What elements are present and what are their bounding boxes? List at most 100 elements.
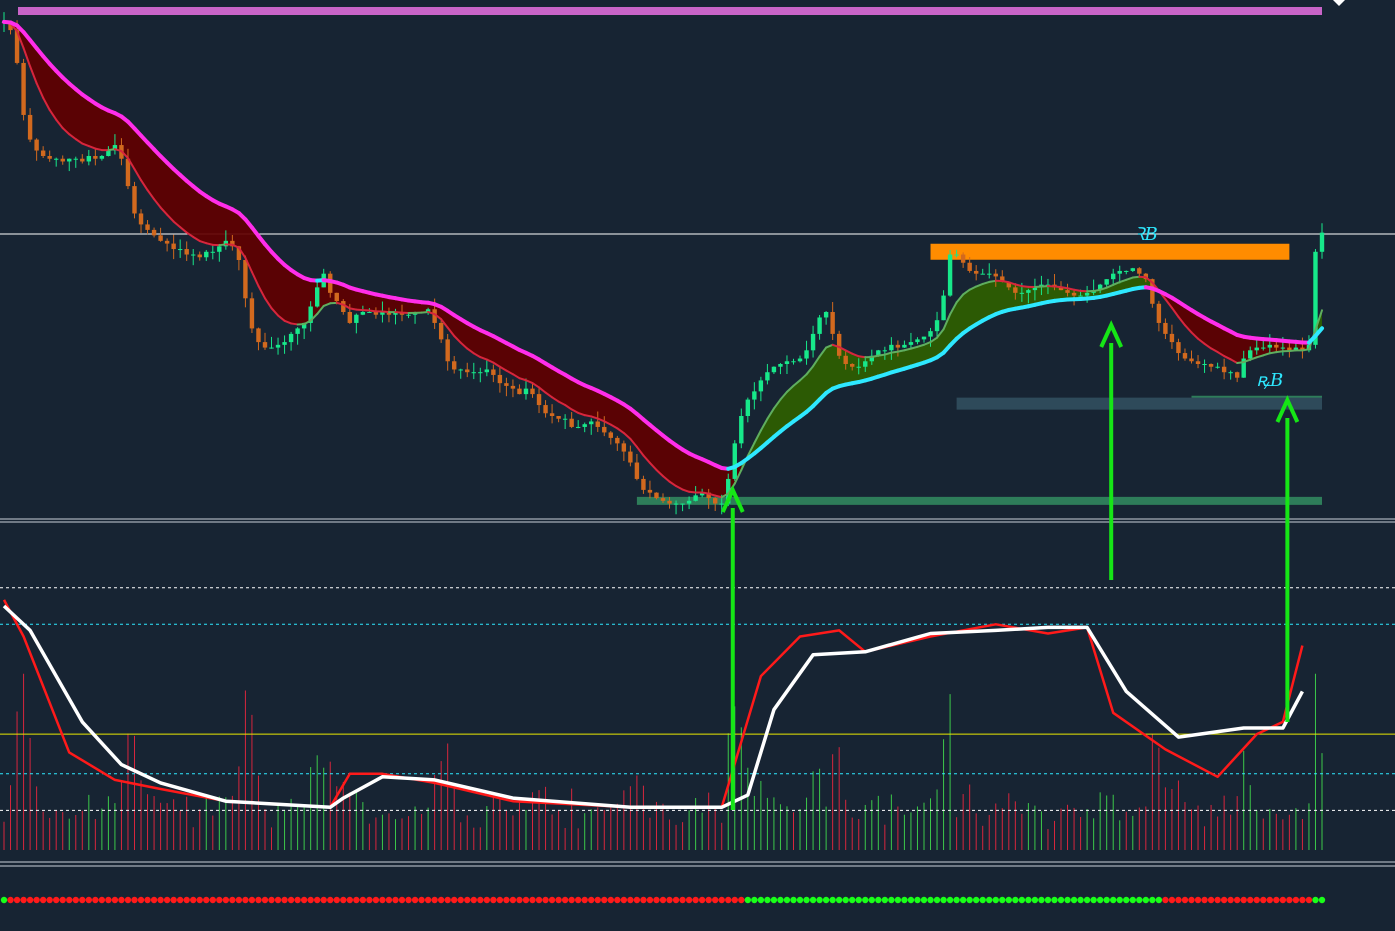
signal-dot xyxy=(927,896,934,904)
candle-body xyxy=(210,251,215,253)
candle-body xyxy=(739,416,744,444)
candle-body xyxy=(830,312,835,334)
candle-body xyxy=(536,394,542,406)
signal-dot xyxy=(568,896,575,904)
candle-body xyxy=(797,358,803,362)
signal-dot xyxy=(131,896,138,904)
signal-dot xyxy=(398,896,406,904)
candle-body xyxy=(106,150,111,156)
candle-body xyxy=(1195,361,1201,364)
candle-body xyxy=(778,364,783,367)
candle-body xyxy=(582,424,587,427)
signal-marker-label: ꝚB xyxy=(1134,224,1158,245)
candle-body xyxy=(719,503,724,505)
candle-body xyxy=(406,314,411,316)
candle-body xyxy=(543,405,548,414)
candle-body xyxy=(686,500,692,504)
signal-dot xyxy=(320,896,327,904)
candle-body xyxy=(530,388,535,395)
signal-dot xyxy=(33,896,40,904)
signal-dot xyxy=(999,896,1006,904)
signal-marker-label: ꝶB xyxy=(1256,370,1283,391)
signal-dot xyxy=(1129,896,1136,904)
signal-dot xyxy=(875,896,882,904)
candle-body xyxy=(791,361,796,363)
signal-dot xyxy=(7,896,14,904)
candle-body xyxy=(810,333,816,351)
signal-dot xyxy=(340,896,347,904)
candle-body xyxy=(1163,322,1168,334)
candle-body xyxy=(465,369,470,373)
candle-body xyxy=(256,328,261,343)
signal-dot xyxy=(757,896,765,904)
candle-body xyxy=(771,366,777,373)
candle-body xyxy=(980,273,985,275)
signal-dot xyxy=(620,896,628,904)
candle-body xyxy=(1189,358,1194,362)
signal-dot xyxy=(953,896,960,904)
signal-dot xyxy=(1227,896,1234,904)
candle-body xyxy=(693,495,698,501)
signal-dot xyxy=(183,896,190,904)
signal-dot xyxy=(705,896,712,904)
candle-body xyxy=(60,158,65,162)
signal-dot xyxy=(242,896,249,904)
signal-dot xyxy=(13,896,21,904)
signal-dot xyxy=(770,896,778,904)
candle-body xyxy=(367,312,372,313)
signal-dot xyxy=(881,896,889,904)
candle-body xyxy=(80,158,85,162)
signal-dot xyxy=(1090,896,1097,904)
signal-dot xyxy=(835,896,843,904)
candle-body xyxy=(902,344,907,348)
signal-dot xyxy=(862,896,869,904)
signal-dot xyxy=(392,896,399,904)
signal-dot xyxy=(157,896,164,904)
candle-body xyxy=(204,251,209,258)
fast-ma-segment xyxy=(1066,287,1076,291)
candle-body xyxy=(438,322,444,340)
candle-body xyxy=(1130,268,1135,271)
candle-body xyxy=(641,478,646,490)
candle-body xyxy=(1215,366,1220,368)
signal-dot xyxy=(451,896,458,904)
candle-body xyxy=(1117,270,1122,274)
signal-dot xyxy=(98,896,106,904)
signal-dot xyxy=(933,896,941,904)
candle-body xyxy=(954,254,959,256)
candle-body xyxy=(889,344,894,351)
candle-body xyxy=(282,342,287,345)
candle-body xyxy=(517,388,522,395)
candle-body xyxy=(314,287,320,307)
signal-dot xyxy=(385,896,393,904)
candle-body xyxy=(93,156,98,159)
candle-body xyxy=(360,312,366,315)
signal-dot xyxy=(150,896,158,904)
signal-dot xyxy=(607,896,615,904)
signal-dot xyxy=(490,896,497,904)
signal-dot xyxy=(1181,896,1189,904)
candle-body xyxy=(1202,364,1207,365)
candle-body xyxy=(138,213,144,225)
signal-dot xyxy=(1123,896,1130,904)
signal-dot xyxy=(105,896,112,904)
signal-dot xyxy=(751,896,758,904)
signal-dot xyxy=(307,896,314,904)
candle-body xyxy=(836,333,842,356)
candle-body xyxy=(921,336,927,340)
signal-dot xyxy=(1110,896,1117,904)
signal-dot xyxy=(216,896,223,904)
signal-dot xyxy=(1005,896,1013,904)
candle-body xyxy=(915,339,920,343)
signal-dot xyxy=(601,896,608,904)
candle-body xyxy=(595,421,600,427)
candle-body xyxy=(908,342,914,345)
signal-dot xyxy=(1149,896,1156,904)
signal-dot xyxy=(1260,896,1267,904)
candle-body xyxy=(1137,268,1142,274)
candle-body xyxy=(53,158,59,160)
signal-dot xyxy=(685,896,693,904)
signal-dot xyxy=(229,896,236,904)
candle-body xyxy=(856,366,861,368)
candle-body xyxy=(269,347,274,349)
